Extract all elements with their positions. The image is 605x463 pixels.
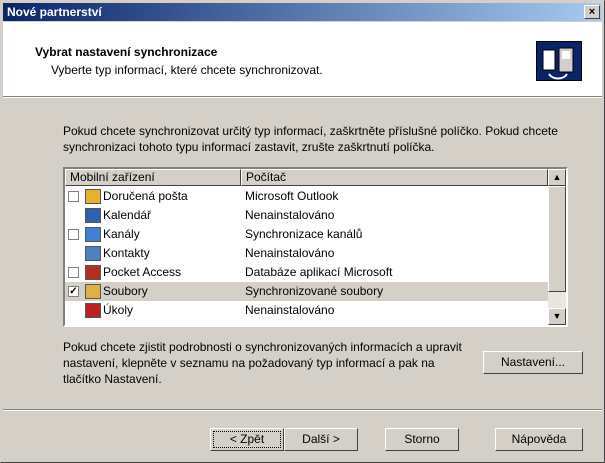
item-name: Soubory	[103, 284, 148, 298]
files-icon	[85, 284, 101, 299]
footer-divider	[3, 409, 602, 411]
item-name: Doručená pošta	[103, 189, 188, 203]
contacts-icon	[85, 246, 101, 261]
pocket-access-icon	[85, 265, 101, 280]
item-name: Kontakty	[103, 246, 150, 260]
item-name: Kalendář	[103, 208, 152, 222]
settings-button[interactable]: Nastavení...	[483, 351, 583, 374]
wizard-header: Vybrat nastavení synchronizace Vyberte t…	[3, 22, 602, 97]
column-header-computer[interactable]: Počítač	[241, 169, 548, 186]
info-text: Pokud chcete zjistit podrobnosti o synch…	[63, 340, 462, 386]
sync-checkbox[interactable]	[68, 191, 79, 202]
back-button[interactable]: < Zpět	[210, 428, 284, 451]
item-computer-value: Nenainstalováno	[245, 208, 335, 222]
inbox-icon	[85, 189, 101, 204]
list-item[interactable]: Kontakty Nenainstalováno	[65, 244, 548, 263]
list-item[interactable]: Doručená pošta Microsoft Outlook	[65, 187, 548, 206]
calendar-icon	[85, 208, 101, 223]
sync-device-icon	[536, 41, 582, 81]
dialog-window: Nové partnerství × Vybrat nastavení sync…	[0, 0, 605, 463]
tasks-icon	[85, 303, 101, 318]
list-item[interactable]: Pocket Access Databáze aplikací Microsoft	[65, 263, 548, 282]
sync-checkbox[interactable]	[68, 267, 79, 278]
item-computer-value: Microsoft Outlook	[245, 189, 339, 203]
item-computer-value: Nenainstalováno	[245, 246, 335, 260]
item-computer-value: Synchronizované soubory	[245, 284, 384, 298]
item-name: Úkoly	[103, 303, 134, 317]
sync-checkbox[interactable]: ✓	[68, 286, 79, 297]
list-item[interactable]: ✓ Soubory Synchronizované soubory	[65, 282, 548, 301]
scroll-thumb[interactable]	[548, 186, 566, 292]
scroll-down-button[interactable]: ▼	[548, 308, 566, 325]
sync-types-list[interactable]: Mobilní zařízení Počítač Doručená pošta M…	[63, 167, 568, 327]
item-name: Pocket Access	[103, 265, 182, 279]
column-header-device[interactable]: Mobilní zařízení	[65, 169, 241, 186]
intro-text: Pokud chcete synchronizovat určitý typ i…	[63, 124, 558, 154]
scroll-up-button[interactable]: ▲	[548, 169, 566, 186]
cancel-button[interactable]: Storno	[385, 428, 459, 451]
page-title: Vybrat nastavení synchronizace	[35, 45, 218, 59]
item-computer-value: Nenainstalováno	[245, 303, 335, 317]
header-divider	[3, 97, 602, 98]
channels-icon	[85, 227, 101, 242]
window-title: Nové partnerství	[7, 5, 102, 19]
item-computer-value: Databáze aplikací Microsoft	[245, 265, 393, 279]
list-item[interactable]: Kalendář Nenainstalováno	[65, 206, 548, 225]
next-button[interactable]: Další >	[284, 428, 358, 451]
close-button[interactable]: ×	[584, 5, 600, 19]
page-subtitle: Vyberte typ informací, které chcete sync…	[51, 63, 323, 77]
vertical-scrollbar[interactable]: ▲ ▼	[548, 169, 566, 325]
list-item[interactable]: Kanály Synchronizace kanálů	[65, 225, 548, 244]
item-computer-value: Synchronizace kanálů	[245, 227, 363, 241]
list-item[interactable]: Úkoly Nenainstalováno	[65, 301, 548, 320]
title-bar[interactable]: Nové partnerství ×	[3, 3, 602, 21]
item-name: Kanály	[103, 227, 140, 241]
help-button[interactable]: Nápověda	[495, 428, 583, 451]
sync-checkbox[interactable]	[68, 229, 79, 240]
